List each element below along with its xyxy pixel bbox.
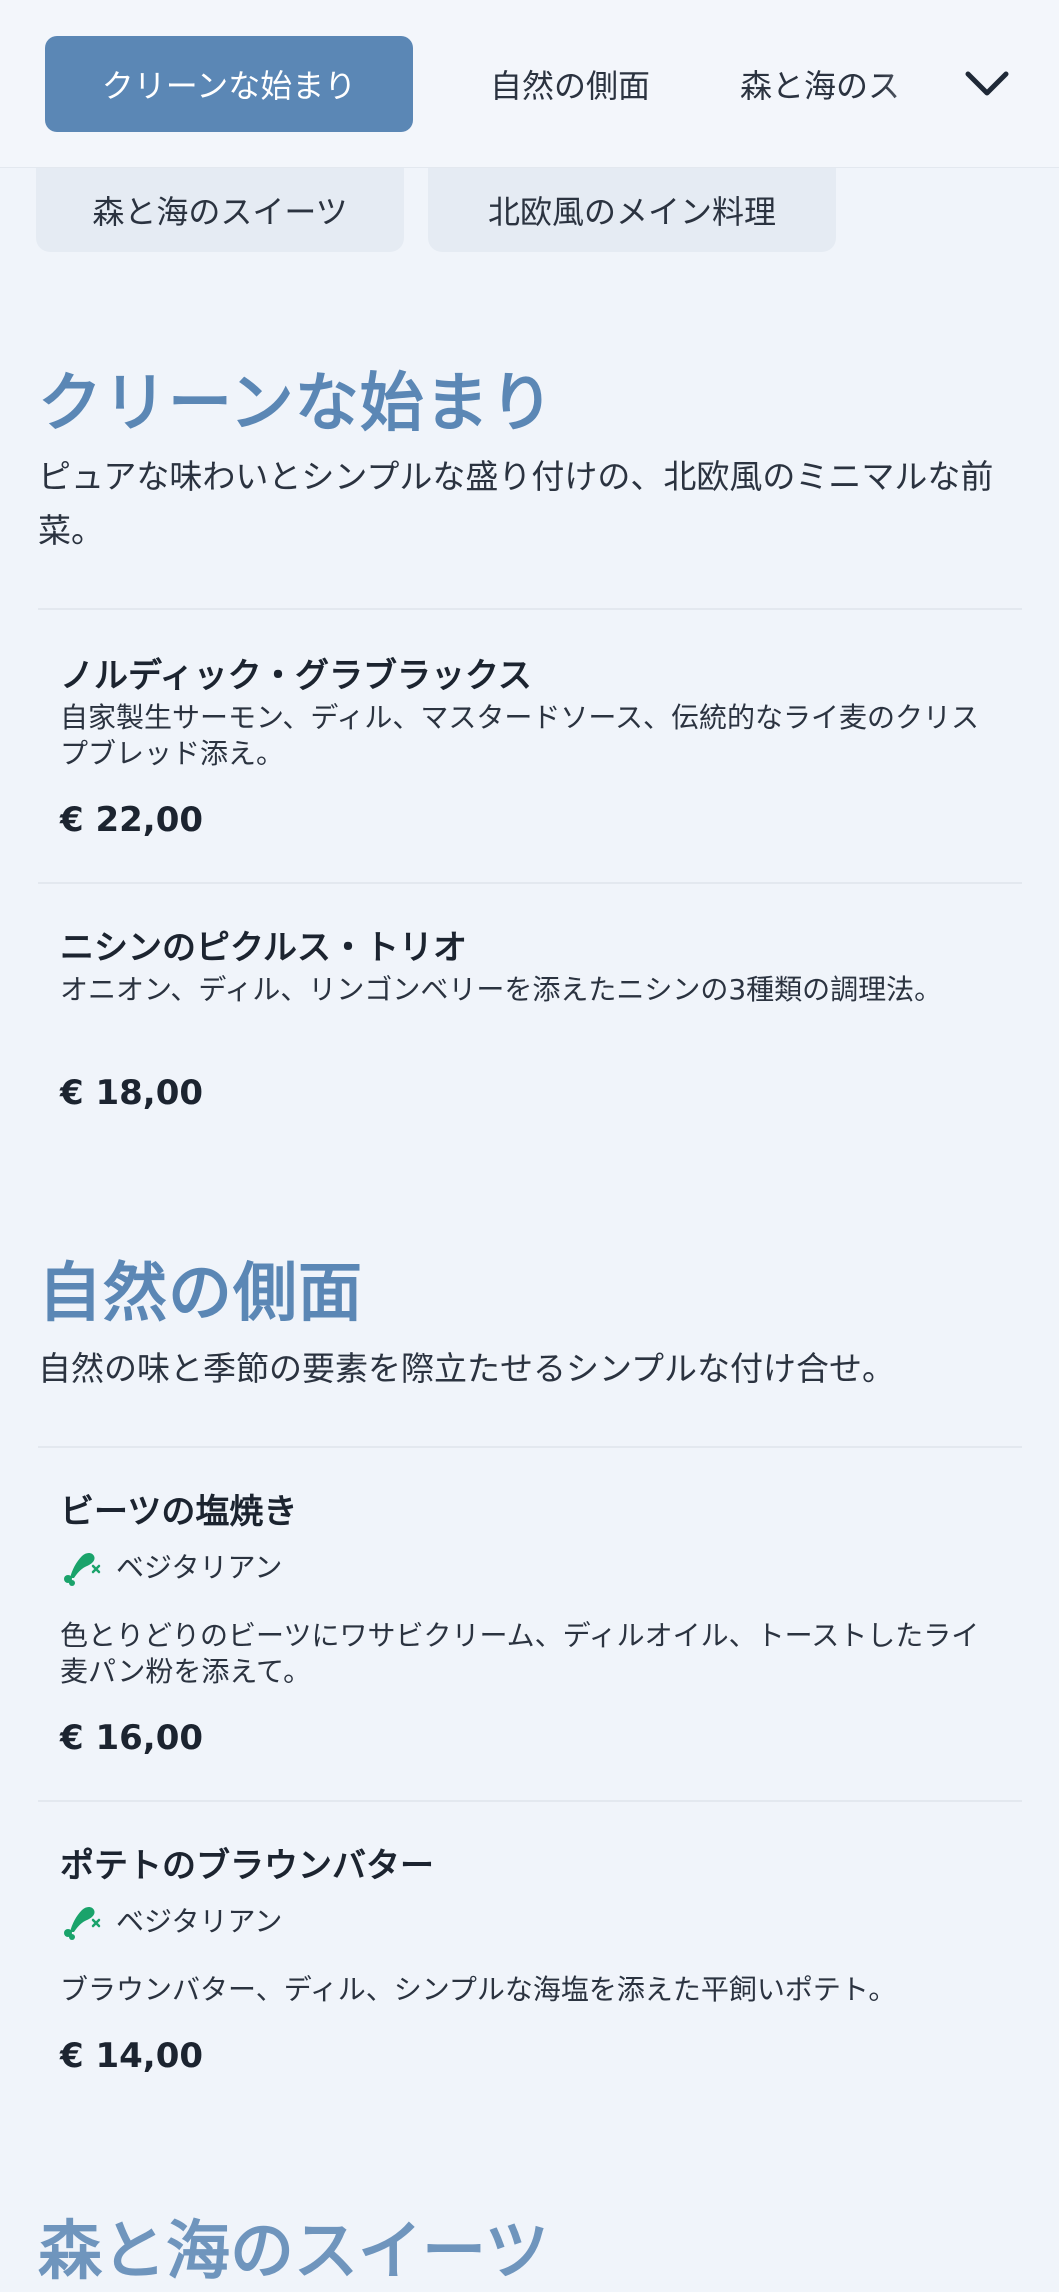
expand-categories-button[interactable] — [955, 52, 1019, 116]
menu-item-price: € 14,00 — [60, 2036, 204, 2076]
no-meat-icon — [64, 1907, 101, 1940]
tab-nature-side[interactable]: 自然の側面 — [440, 36, 700, 132]
chevron-down-icon — [965, 71, 1009, 96]
menu-item-name: ニシンのピクルス・トリオ — [60, 928, 467, 968]
section-desc-clean-start: ピュアな味わいとシンプルな盛り付けの、北欧風のミニマルな前菜。 — [38, 457, 994, 550]
section-desc-nature-side: 自然の味と季節の要素を際立たせるシンプルな付け合せ。 — [38, 1349, 896, 1388]
menu-item-description: オニオン、ディル、リンゴンベリーを添えたニシンの3種類の調理法。 — [60, 973, 943, 1006]
tab-clean-start[interactable]: クリーンな始まり — [45, 36, 413, 132]
badge-label: ベジタリアン — [116, 1551, 283, 1584]
badge-label: ベジタリアン — [116, 1905, 283, 1938]
section-title-clean-start: クリーンな始まり — [38, 367, 555, 441]
divider — [38, 1800, 1022, 1802]
section-title-forest-sea-sweets: 森と海のスイーツ — [38, 2215, 549, 2289]
divider — [38, 608, 1022, 610]
pill-forest-sea-sweets[interactable]: 森と海のスイーツ — [36, 168, 404, 252]
menu-item-name: ビーツの塩焼き — [60, 1492, 298, 1532]
menu-item-price: € 22,00 — [60, 800, 204, 840]
vegetarian-badge: ベジタリアン — [60, 1900, 282, 1940]
divider — [38, 1446, 1022, 1448]
vegetarian-badge: ベジタリアン — [60, 1546, 282, 1586]
menu-item-price: € 16,00 — [60, 1718, 204, 1758]
menu-item-description: 色とりどりのビーツにワサビクリーム、ディルオイル、トーストしたライ麦パン粉を添え… — [60, 1619, 980, 1688]
divider — [38, 882, 1022, 884]
menu-item-price: € 18,00 — [60, 1073, 204, 1113]
section-title-nature-side: 自然の側面 — [38, 1257, 363, 1331]
no-meat-icon — [64, 1553, 101, 1586]
menu-item-description: ブラウンバター、ディル、シンプルな海塩を添えた平飼いポテト。 — [60, 1973, 897, 2006]
pill-nordic-mains[interactable]: 北欧風のメイン料理 — [428, 168, 836, 252]
category-nav: クリーンな始まり 自然の側面 森と海のス — [0, 0, 1059, 168]
menu-item-name: ノルディック・グラブラックス — [60, 656, 532, 696]
menu-item-name: ポテトのブラウンバター — [60, 1846, 434, 1886]
menu-item-description: 自家製生サーモン、ディル、マスタードソース、伝統的なライ麦のクリスプブレッド添え… — [60, 701, 979, 770]
